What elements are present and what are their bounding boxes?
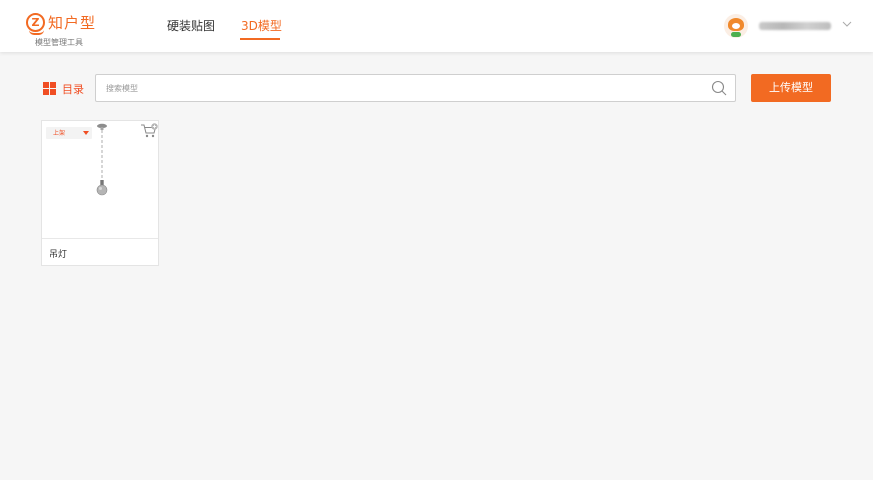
search-input[interactable] (106, 80, 696, 96)
top-header: Z 知户型 模型管理工具 硬装贴图 3D模型 (0, 0, 873, 52)
status-label: 上架 (53, 130, 66, 137)
grid-icon (43, 82, 56, 95)
nav-tab-hard-textures[interactable]: 硬装贴图 (167, 17, 215, 34)
pendant-lamp-icon (96, 123, 108, 196)
chevron-down-icon[interactable] (842, 19, 852, 29)
catalog-label: 目录 (62, 83, 84, 96)
logo-icon: Z (26, 13, 45, 35)
search-box (95, 74, 736, 102)
search-icon[interactable] (711, 80, 727, 96)
active-tab-indicator (240, 38, 280, 40)
avatar-leaf (731, 32, 741, 37)
status-dropdown-arrow-icon (83, 131, 89, 135)
upload-model-button[interactable]: 上传模型 (751, 74, 831, 102)
brand-name: 知户型 (48, 14, 97, 32)
status-select[interactable]: 上架 (46, 127, 92, 139)
model-name: 吊灯 (49, 250, 68, 260)
cart-add-icon[interactable] (140, 123, 158, 139)
user-avatar[interactable] (724, 14, 748, 38)
fox-avatar-icon (728, 18, 744, 31)
username-obscured[interactable] (759, 22, 831, 30)
brand-logo[interactable]: Z 知户型 模型管理工具 (26, 10, 116, 48)
brand-subtitle: 模型管理工具 (35, 38, 83, 47)
model-thumbnail[interactable]: 上架 (42, 121, 158, 239)
model-card[interactable]: 上架 吊灯 (41, 120, 159, 266)
nav-tab-3d-models[interactable]: 3D模型 (241, 17, 282, 34)
